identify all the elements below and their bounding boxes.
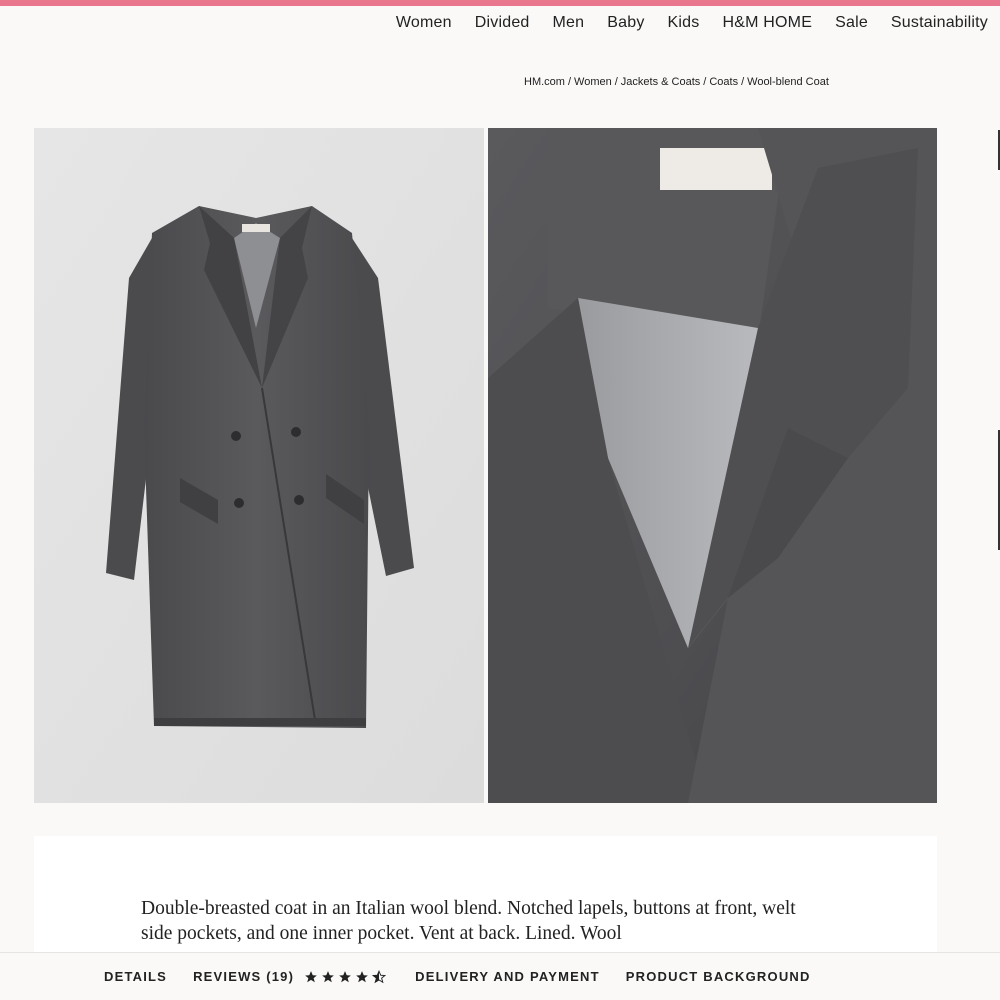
top-accent-bar: [0, 0, 1000, 6]
nav-kids[interactable]: Kids: [668, 14, 700, 32]
breadcrumb-separator: /: [741, 76, 745, 88]
nav-women[interactable]: Women: [396, 14, 452, 32]
main-nav: Women Divided Men Baby Kids H&M HOME Sal…: [396, 14, 988, 32]
star-full-icon: [356, 970, 368, 982]
nav-divided[interactable]: Divided: [475, 14, 530, 32]
breadcrumb-home[interactable]: HM.com: [524, 76, 565, 88]
breadcrumb-women[interactable]: Women: [574, 76, 612, 88]
product-description: Double-breasted coat in an Italian wool …: [141, 898, 796, 944]
coat-detail-illustration: [488, 128, 937, 803]
product-image-detail[interactable]: [488, 128, 937, 803]
nav-hm-home[interactable]: H&M HOME: [722, 14, 812, 32]
tab-reviews-label: REVIEWS (19): [193, 969, 295, 984]
breadcrumb-separator: /: [703, 76, 707, 88]
product-tabs-bar: DETAILS REVIEWS (19) DELIVERY AND PAYMEN…: [0, 952, 1000, 1000]
coat-front-illustration: [34, 128, 484, 803]
star-full-icon: [339, 970, 351, 982]
breadcrumb-current: Wool-blend Coat: [747, 76, 829, 88]
breadcrumb-separator: /: [567, 76, 572, 88]
nav-men[interactable]: Men: [553, 14, 585, 32]
breadcrumb-separator: /: [614, 76, 618, 88]
rating-stars: [304, 969, 389, 984]
tab-product-background[interactable]: PRODUCT BACKGROUND: [626, 969, 811, 984]
breadcrumb-coats[interactable]: Coats: [709, 76, 738, 88]
star-full-icon: [305, 970, 317, 982]
star-full-icon: [322, 970, 334, 982]
tab-delivery-payment[interactable]: DELIVERY AND PAYMENT: [415, 969, 600, 984]
breadcrumb-jackets-coats[interactable]: Jackets & Coats: [621, 76, 700, 88]
product-image-front[interactable]: [34, 128, 484, 803]
tab-reviews[interactable]: REVIEWS (19): [193, 969, 389, 984]
nav-sale[interactable]: Sale: [835, 14, 868, 32]
nav-baby[interactable]: Baby: [607, 14, 644, 32]
nav-sustainability[interactable]: Sustainability: [891, 14, 988, 32]
star-half-icon: [372, 969, 387, 983]
tab-details[interactable]: DETAILS: [104, 969, 167, 984]
breadcrumb: HM.com / Women / Jackets & Coats / Coats / Wool-…: [524, 76, 829, 88]
